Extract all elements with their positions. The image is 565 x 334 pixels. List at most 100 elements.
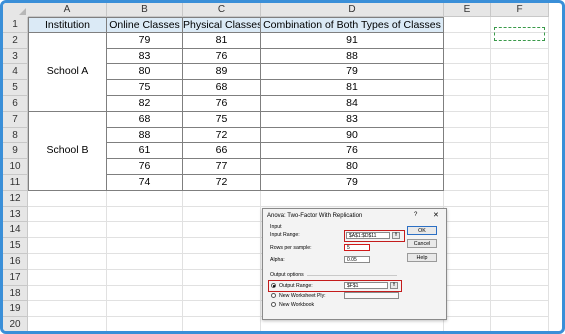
institution-cell[interactable]: School A [28, 32, 107, 112]
cell[interactable] [183, 254, 261, 270]
row-header-18[interactable]: 18 [3, 285, 28, 302]
row-header-17[interactable]: 17 [3, 269, 28, 286]
cell[interactable] [444, 80, 491, 96]
cell[interactable] [28, 269, 107, 286]
data-cell[interactable]: 91 [261, 32, 444, 49]
cell[interactable] [107, 317, 183, 331]
data-cell[interactable]: 68 [107, 111, 183, 128]
output-range-radio[interactable] [271, 283, 276, 288]
alpha-field[interactable]: 0.05 [344, 256, 370, 263]
cell[interactable] [491, 175, 549, 191]
cell[interactable] [107, 254, 183, 270]
input-range-field[interactable]: $A$1:$D$11 [346, 232, 390, 239]
cell[interactable] [28, 317, 107, 331]
row-header-7[interactable]: 7 [3, 111, 28, 128]
range-picker-icon[interactable]: ⇑ [392, 232, 400, 239]
cell[interactable] [491, 238, 549, 254]
cell[interactable] [491, 80, 549, 96]
row-header-16[interactable]: 16 [3, 254, 28, 270]
row-header-2[interactable]: 2 [3, 32, 28, 49]
cell[interactable] [444, 222, 491, 239]
cell[interactable] [183, 317, 261, 331]
cell[interactable] [183, 238, 261, 254]
data-cell[interactable]: 88 [107, 127, 183, 144]
row-header-20[interactable]: 20 [3, 317, 28, 331]
cell[interactable] [107, 238, 183, 254]
row-header-11[interactable]: 11 [3, 175, 28, 191]
cell[interactable] [491, 48, 549, 65]
cell[interactable] [444, 111, 491, 128]
cell[interactable] [491, 127, 549, 144]
cell[interactable] [183, 269, 261, 286]
cell[interactable] [28, 301, 107, 318]
data-cell[interactable]: 83 [261, 111, 444, 128]
institution-cell[interactable]: School B [28, 111, 107, 191]
cell[interactable] [444, 48, 491, 65]
help-icon[interactable]: ? [414, 212, 417, 218]
column-header-a[interactable]: A [28, 3, 107, 17]
row-header-13[interactable]: 13 [3, 206, 28, 223]
cell[interactable] [491, 96, 549, 112]
rows-per-sample-field[interactable]: 5 [344, 244, 370, 251]
cell[interactable] [444, 64, 491, 81]
cell[interactable] [444, 143, 491, 160]
cell[interactable] [444, 17, 491, 33]
row-header-6[interactable]: 6 [3, 96, 28, 112]
data-cell[interactable]: 83 [107, 48, 183, 65]
row-header-3[interactable]: 3 [3, 48, 28, 65]
cell[interactable] [491, 159, 549, 175]
cell[interactable] [107, 222, 183, 239]
cell[interactable] [28, 254, 107, 270]
row-header-1[interactable]: 1 [3, 17, 28, 33]
data-cell[interactable]: 74 [107, 175, 183, 191]
cell[interactable] [491, 269, 549, 286]
cell[interactable] [28, 238, 107, 254]
cell[interactable] [491, 190, 549, 207]
cell[interactable] [183, 206, 261, 223]
cell[interactable] [28, 206, 107, 223]
data-cell[interactable]: 82 [107, 96, 183, 112]
row-header-8[interactable]: 8 [3, 127, 28, 144]
cell[interactable] [444, 159, 491, 175]
cell[interactable] [107, 301, 183, 318]
cell[interactable] [444, 254, 491, 270]
cell[interactable] [491, 285, 549, 302]
cancel-button[interactable]: Cancel [407, 239, 437, 248]
data-cell[interactable]: 79 [261, 64, 444, 81]
data-cell[interactable]: 72 [183, 175, 261, 191]
cell[interactable] [444, 96, 491, 112]
table-header-cell[interactable]: Online Classes [107, 17, 183, 33]
data-cell[interactable]: 76 [261, 143, 444, 160]
cell[interactable] [444, 238, 491, 254]
cell[interactable] [183, 222, 261, 239]
cell[interactable] [183, 301, 261, 318]
cell[interactable] [491, 301, 549, 318]
new-workbook-radio[interactable] [271, 302, 276, 307]
cell[interactable] [444, 175, 491, 191]
data-cell[interactable]: 77 [183, 159, 261, 175]
cell[interactable] [444, 317, 491, 331]
cell[interactable] [491, 254, 549, 270]
data-cell[interactable]: 76 [183, 48, 261, 65]
row-header-19[interactable]: 19 [3, 301, 28, 318]
data-cell[interactable]: 84 [261, 96, 444, 112]
cell[interactable] [183, 285, 261, 302]
cell[interactable] [491, 111, 549, 128]
output-picker-icon[interactable]: ⇑ [390, 282, 398, 289]
data-cell[interactable]: 90 [261, 127, 444, 144]
column-header-d[interactable]: D [261, 3, 444, 17]
cell[interactable] [444, 190, 491, 207]
data-cell[interactable]: 80 [107, 64, 183, 81]
data-cell[interactable]: 79 [107, 32, 183, 49]
data-cell[interactable]: 68 [183, 80, 261, 96]
data-cell[interactable]: 75 [107, 80, 183, 96]
data-cell[interactable]: 81 [183, 32, 261, 49]
cell[interactable] [491, 222, 549, 239]
row-header-12[interactable]: 12 [3, 190, 28, 207]
data-cell[interactable]: 80 [261, 159, 444, 175]
ok-button[interactable]: OK [407, 226, 437, 235]
cell[interactable] [491, 206, 549, 223]
cell[interactable] [444, 285, 491, 302]
cell[interactable] [28, 222, 107, 239]
column-header-b[interactable]: B [107, 3, 183, 17]
